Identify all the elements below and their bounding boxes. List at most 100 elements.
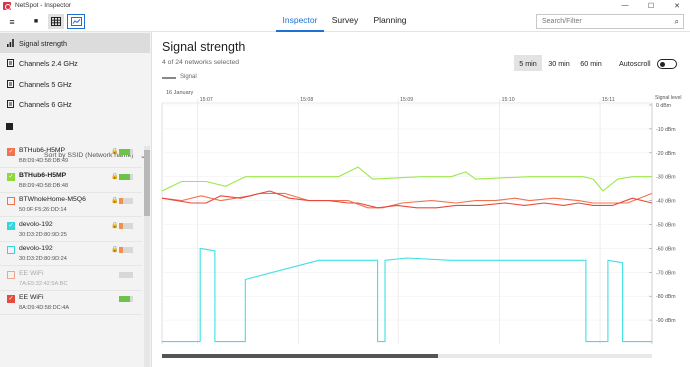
search-placeholder: Search/Filter: [542, 18, 582, 25]
legend-swatch: [162, 77, 176, 79]
signal-chart: 0 dBm -10 dBm -20 dBm -30 dBm -40 dBm -50 dBm…: [161, 95, 682, 344]
selection-count: 4 of 24 networks selected: [162, 59, 240, 66]
channels-icon: [7, 59, 14, 67]
signal-level-bar: [119, 222, 133, 229]
signal-level-fill: [119, 296, 130, 302]
autoscroll-label: Autoscroll: [619, 59, 651, 68]
title-bar: NetSpot - Inspector — ☐ ✕: [0, 0, 690, 11]
sidebar-item-channels-24[interactable]: Channels 2.4 GHz: [0, 53, 150, 73]
network-bssid: 7A:E5:32:42:5A:BC: [19, 280, 68, 287]
channels-icon: [7, 80, 14, 88]
range-60min-button[interactable]: 60 min: [576, 55, 606, 71]
series-line-1: [161, 166, 652, 192]
range-5min-button[interactable]: 5 min: [514, 55, 542, 71]
network-checkbox[interactable]: ✓: [7, 172, 15, 181]
network-ssid: BTHub6-H5MP: [19, 147, 66, 154]
signal-bars-icon: [7, 39, 14, 47]
toggle-knob: [660, 62, 665, 67]
network-checkbox[interactable]: [7, 197, 15, 205]
signal-level-bar: [119, 247, 133, 253]
tab-survey[interactable]: Survey: [328, 11, 362, 32]
signal-level-bar: [119, 296, 133, 302]
stop-button[interactable]: ■: [28, 14, 44, 29]
square-icon: [6, 122, 13, 130]
network-ssid: BTHub6-H5MP: [19, 171, 67, 179]
sidebar-item-label: Signal strength: [19, 38, 67, 48]
signal-level-fill: [119, 247, 124, 253]
network-bssid: 30:D3:2D:80:9D:25: [19, 231, 67, 238]
sidebar-item-signal-strength[interactable]: Signal strength: [0, 33, 150, 53]
y-tick-label: -20 dBm: [656, 151, 676, 157]
lock-icon: 🔒: [111, 198, 119, 204]
list-item[interactable]: ✓ EE WiFi 8A:D9:4D:58:DC:4A: [0, 291, 142, 315]
sidebar-item-channels-6[interactable]: Channels 6 GHz: [0, 94, 150, 114]
network-checkbox[interactable]: ✓: [7, 221, 15, 230]
table-view-button[interactable]: [48, 14, 64, 29]
search-input[interactable]: Search/Filter ⌕: [536, 14, 684, 29]
network-bssid: 8A:D9:4D:58:DC:4A: [19, 305, 70, 311]
channels-icon: [7, 100, 14, 108]
network-ssid: EE WiFi: [19, 294, 44, 301]
sidebar-item-channels-5[interactable]: Channels 5 GHz: [0, 74, 150, 94]
table-grid-icon: [51, 17, 61, 26]
network-checkbox[interactable]: ✓: [7, 295, 15, 303]
maximize-button[interactable]: ☐: [638, 0, 664, 11]
lock-icon: 🔒: [111, 247, 119, 253]
lock-icon: 🔒: [111, 149, 119, 155]
sidebar: Signal strength Channels 2.4 GHz Channel…: [0, 32, 152, 367]
network-bssid: 50:0F:F5:26:DD:14: [19, 207, 67, 213]
lock-icon: 🔒: [111, 222, 119, 229]
list-item[interactable]: BTWholeHome-M5Q6 50:0F:F5:26:DD:14 🔒: [0, 193, 142, 217]
close-button[interactable]: ✕: [664, 0, 690, 11]
netspot-logo-icon: [3, 1, 11, 10]
series-line-4: [162, 247, 652, 343]
signal-level-bar: [119, 198, 133, 204]
sidebar-scroll-thumb[interactable]: [144, 150, 150, 216]
y-tick-label: -40 dBm: [656, 199, 676, 205]
page-title: Signal strength: [162, 40, 246, 54]
network-bssid: 30:D3:2D:80:9D:24: [19, 256, 67, 262]
y-axis-label: Signal level: [655, 95, 682, 101]
toolbar: ≡ ■ Inspector Survey Planning Search/Fil…: [0, 11, 690, 32]
y-tick-label: -50 dBm: [656, 223, 676, 229]
y-tick-label: -80 dBm: [656, 294, 676, 300]
tab-planning[interactable]: Planning: [370, 11, 410, 32]
list-item[interactable]: devolo-192 30:D3:2D:80:9D:24 🔒: [0, 242, 142, 266]
menu-button[interactable]: ≡: [4, 14, 20, 29]
signal-level-fill: [119, 222, 124, 229]
network-ssid: BTWholeHome-M5Q6: [19, 196, 86, 203]
x-tick-label: 15:09: [400, 97, 413, 103]
list-item[interactable]: EE WiFi 7A:E5:32:42:5A:BC: [0, 267, 142, 291]
stop-icon: ■: [33, 18, 39, 25]
y-tick-label: -90 dBm: [656, 318, 676, 324]
list-item[interactable]: ✓ BTHub6-H5MP B8:D9:4D:58:DB:49 🔒: [0, 144, 142, 168]
list-item[interactable]: ✓ devolo-192 30:D3:2D:80:9D:25 🔒: [0, 218, 142, 242]
tab-inspector[interactable]: Inspector: [276, 11, 324, 32]
signal-level-fill: [119, 149, 130, 155]
range-30min-button[interactable]: 30 min: [544, 55, 574, 71]
signal-level-bar: [119, 149, 133, 155]
chart-scroll-thumb[interactable]: [162, 354, 438, 358]
signal-level-fill: [119, 198, 124, 204]
hamburger-icon: ≡: [9, 16, 15, 27]
autoscroll-toggle[interactable]: [657, 59, 677, 69]
network-ssid: devolo-192: [19, 245, 53, 252]
minimize-button[interactable]: —: [612, 0, 638, 11]
signal-level-bar: [119, 271, 133, 278]
network-checkbox[interactable]: [7, 246, 15, 254]
y-tick-label: 0 dBm: [656, 103, 671, 109]
signal-level-fill: [119, 173, 130, 180]
search-icon: ⌕: [674, 17, 679, 26]
select-all-checkbox[interactable]: [0, 116, 20, 136]
network-checkbox[interactable]: ✓: [7, 148, 15, 156]
lock-icon: 🔒: [111, 173, 119, 180]
chart-view-button[interactable]: [67, 14, 85, 29]
line-chart-icon: [70, 17, 82, 26]
y-tick-label: -60 dBm: [656, 246, 676, 252]
list-item[interactable]: ✓ BTHub6-H5MP B8:D9:4D:58:DB:48 🔒: [0, 169, 142, 193]
y-tick-label: -30 dBm: [656, 175, 676, 181]
legend-label: Signal: [180, 74, 197, 80]
sidebar-item-label: Channels 6 GHz: [19, 99, 72, 109]
signal-level-bar: [119, 173, 133, 180]
network-checkbox[interactable]: [7, 270, 15, 279]
